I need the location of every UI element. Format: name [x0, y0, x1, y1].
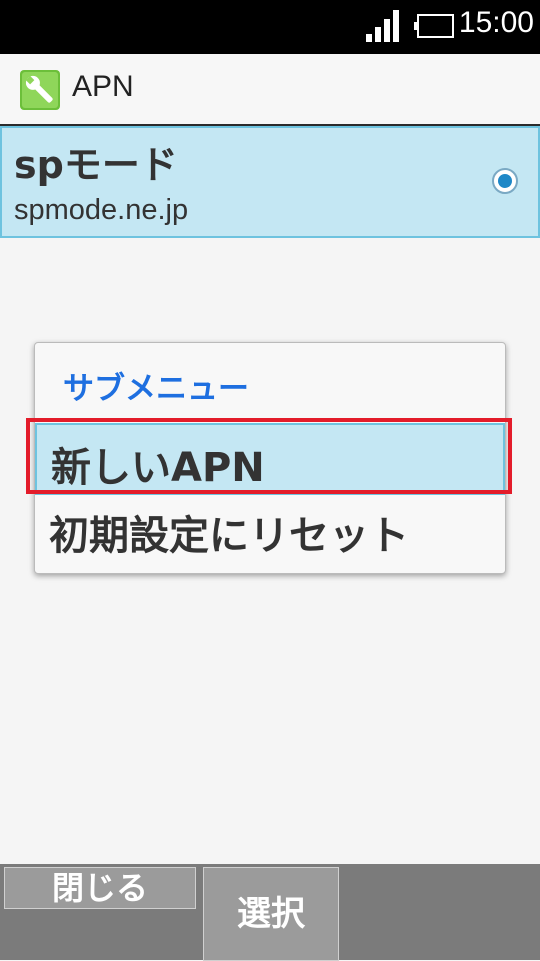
- status-time: 15:00: [458, 6, 534, 39]
- select-button[interactable]: 選択: [203, 867, 339, 961]
- apn-address: spmode.ne.jp: [14, 194, 189, 226]
- apn-radio-button[interactable]: [492, 168, 518, 194]
- radio-selected-dot: [498, 174, 512, 188]
- dialog-title: サブメニュー: [63, 371, 249, 407]
- apn-list-item[interactable]: spモード spmode.ne.jp: [0, 126, 540, 238]
- menu-item-label: 初期設定にリセット: [49, 513, 409, 559]
- close-button[interactable]: 閉じる: [4, 867, 196, 909]
- apn-name: spモード: [14, 143, 178, 187]
- page-title: APN: [72, 70, 134, 103]
- wrench-settings-icon: [20, 70, 60, 110]
- softkey-bar: 閉じる 選択: [0, 864, 540, 961]
- signal-icon: [366, 10, 399, 42]
- menu-item-reset-defaults[interactable]: 初期設定にリセット: [35, 493, 505, 565]
- annotation-highlight-box: [26, 418, 512, 494]
- status-bar: 15:00: [0, 0, 540, 54]
- battery-icon: [414, 14, 454, 38]
- title-bar: APN: [0, 54, 540, 127]
